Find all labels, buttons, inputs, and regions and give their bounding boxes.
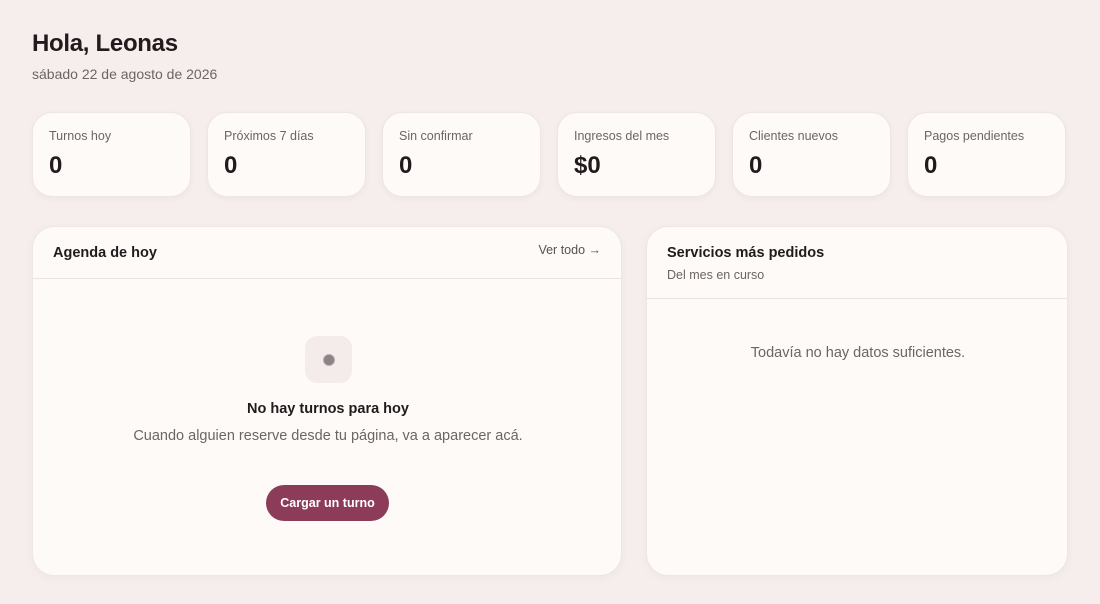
add-appointment-button[interactable]: Cargar un turno: [266, 485, 389, 521]
stat-card-sin-confirmar[interactable]: Sin confirmar 0: [382, 112, 541, 197]
dot-icon: [322, 353, 335, 366]
stat-card-proximos-7-dias[interactable]: Próximos 7 días 0: [207, 112, 366, 197]
stat-value: 0: [924, 152, 938, 179]
stat-label: Turnos hoy: [49, 129, 112, 143]
services-title: Servicios más pedidos: [667, 245, 825, 261]
see-all-link[interactable]: Ver todo →: [538, 243, 601, 257]
top-services-panel: Servicios más pedidos Del mes en curso T…: [646, 226, 1068, 576]
agenda-title: Agenda de hoy: [53, 245, 157, 261]
stat-card-ingresos-del-mes[interactable]: Ingresos del mes $0: [557, 112, 716, 197]
stat-value: 0: [749, 152, 763, 179]
stat-card-clientes-nuevos[interactable]: Clientes nuevos 0: [732, 112, 891, 197]
stats-row: Turnos hoy 0 Próximos 7 días 0 Sin confi…: [32, 112, 1066, 197]
agenda-panel: Agenda de hoy Ver todo → No hay turnos p…: [32, 226, 622, 576]
stat-label: Sin confirmar: [399, 129, 473, 143]
stat-card-turnos-hoy[interactable]: Turnos hoy 0: [32, 112, 191, 197]
empty-state-icon-box: [305, 336, 352, 383]
current-date: sábado 22 de agosto de 2026: [32, 66, 218, 82]
empty-state-title: No hay turnos para hoy: [247, 401, 409, 417]
stat-value: 0: [49, 152, 63, 179]
stat-value: 0: [224, 152, 238, 179]
stat-label: Pagos pendientes: [924, 129, 1025, 143]
stat-value: $0: [574, 152, 601, 179]
dashboard-page: Hola, Leonas sábado 22 de agosto de 2026…: [0, 0, 1100, 604]
stat-value: 0: [399, 152, 413, 179]
empty-state-description: Cuando alguien reserve desde tu página, …: [133, 428, 523, 444]
services-subtitle: Del mes en curso: [667, 268, 765, 282]
stat-card-pagos-pendientes[interactable]: Pagos pendientes 0: [907, 112, 1066, 197]
stat-label: Ingresos del mes: [574, 129, 670, 143]
stat-label: Próximos 7 días: [224, 129, 314, 143]
no-data-message: Todavía no hay datos suficientes.: [750, 345, 966, 361]
agenda-panel-header: Agenda de hoy Ver todo →: [33, 227, 621, 279]
stat-label: Clientes nuevos: [749, 129, 838, 143]
services-panel-header: Servicios más pedidos Del mes en curso: [647, 227, 1067, 299]
greeting-title: Hola, Leonas: [32, 30, 178, 57]
